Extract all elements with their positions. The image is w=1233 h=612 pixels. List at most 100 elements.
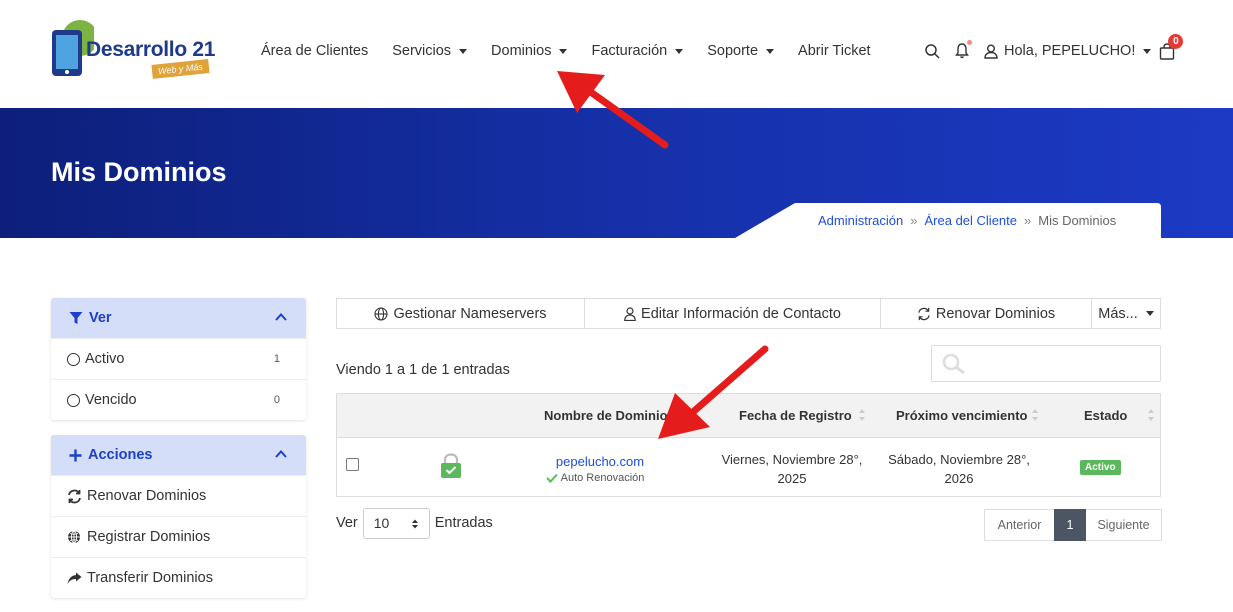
- user-icon: [984, 44, 998, 59]
- filter-vencido[interactable]: Vencido 0: [51, 379, 306, 420]
- filter-vencido-label: Vencido: [85, 392, 137, 408]
- current-page-button[interactable]: 1: [1054, 509, 1086, 541]
- caret-down-icon: [675, 48, 684, 54]
- search-icon[interactable]: [924, 42, 940, 60]
- actions-title: Acciones: [88, 447, 153, 463]
- action-renovar-dominios[interactable]: Renovar Dominios: [51, 475, 306, 516]
- action-renovar-label: Renovar Dominios: [87, 488, 207, 504]
- search-icon: [942, 353, 965, 375]
- page-size-label: Ver: [336, 515, 358, 531]
- renew-domains-label: Renovar Dominios: [935, 305, 1056, 322]
- action-transferir-dominios[interactable]: Transferir Dominios: [51, 557, 306, 598]
- domain-link[interactable]: pepelucho.com: [555, 454, 645, 469]
- refresh-icon: [918, 307, 930, 320]
- sort-icon[interactable]: [1147, 406, 1155, 424]
- check-icon: [545, 473, 558, 483]
- action-registrar-dominios[interactable]: Registrar Dominios: [51, 516, 306, 557]
- chevron-up-icon[interactable]: [274, 310, 288, 324]
- nav-abrir-ticket[interactable]: Abrir Ticket: [798, 43, 871, 59]
- page-size-select[interactable]: 10: [362, 508, 430, 539]
- expiry-date: Sábado, Noviembre 28°, 2026: [879, 450, 1039, 488]
- caret-down-icon: [459, 48, 468, 54]
- share-icon: [67, 572, 83, 585]
- page-size-value: 10: [373, 515, 390, 531]
- nav-facturacion-label: Facturación: [591, 43, 668, 59]
- circle-icon: [67, 352, 80, 366]
- manage-nameservers-button[interactable]: Gestionar Nameservers: [337, 299, 585, 328]
- domain-actions-toolbar: Gestionar Nameservers Editar Información…: [336, 298, 1161, 329]
- nav-facturacion[interactable]: Facturación: [591, 43, 684, 59]
- breadcrumb-client-area[interactable]: Área del Cliente: [925, 213, 1018, 228]
- action-transferir-label: Transferir Dominios: [87, 570, 213, 586]
- sort-icon[interactable]: [1031, 406, 1039, 424]
- prev-page-button[interactable]: Anterior: [984, 509, 1054, 541]
- main-nav: Área de Clientes Servicios Dominios Fact…: [261, 43, 895, 59]
- sort-icon[interactable]: [858, 406, 866, 424]
- nav-clientes[interactable]: Área de Clientes: [261, 43, 368, 59]
- nav-clientes-label: Área de Clientes: [261, 43, 369, 59]
- chevron-up-icon[interactable]: [274, 447, 288, 461]
- caret-down-icon: [1143, 48, 1152, 54]
- expiry-date-line2: 2026: [944, 471, 974, 486]
- action-registrar-label: Registrar Dominios: [87, 529, 211, 545]
- bell-icon[interactable]: [954, 40, 972, 60]
- user-menu[interactable]: Hola, PEPELUCHO!: [984, 43, 1152, 59]
- view-filter-title: Ver: [89, 310, 112, 326]
- col-next-expiry[interactable]: Próximo vencimiento: [896, 408, 1027, 423]
- breadcrumb-admin[interactable]: Administración: [818, 213, 903, 228]
- nav-abrir-ticket-label: Abrir Ticket: [798, 43, 871, 59]
- actions-header[interactable]: Acciones: [51, 435, 306, 475]
- select-arrows-icon: [411, 519, 418, 529]
- globe-icon: [374, 306, 388, 321]
- page-banner: Mis Dominios Administración » Área del C…: [0, 108, 1233, 238]
- auto-renew-indicator: Auto Renovación: [545, 472, 645, 484]
- col-domain-name[interactable]: Nombre de Dominio: [544, 408, 668, 423]
- entries-label: Entradas: [434, 515, 493, 531]
- caret-down-icon: [1145, 311, 1154, 316]
- row-checkbox[interactable]: [346, 458, 359, 471]
- page-title: Mis Dominios: [51, 157, 227, 187]
- auto-renew-label: Auto Renovación: [560, 472, 645, 484]
- user-nav: Hola, PEPELUCHO! 0: [924, 34, 1184, 60]
- brand-name: Desarrollo 21: [86, 38, 216, 61]
- filter-activo-count: 1: [273, 353, 280, 365]
- table-row[interactable]: pepelucho.com Auto Renovación Viernes, N…: [337, 438, 1160, 497]
- filter-vencido-count: 0: [273, 394, 280, 406]
- filter-icon: [69, 312, 83, 324]
- brand-logo[interactable]: Desarrollo 21 Web y Más: [50, 20, 220, 82]
- nav-servicios-label: Servicios: [392, 43, 452, 59]
- caret-down-icon: [766, 48, 775, 54]
- nav-dominios[interactable]: Dominios: [491, 43, 568, 59]
- nav-soporte[interactable]: Soporte: [707, 43, 775, 59]
- nav-servicios[interactable]: Servicios: [392, 43, 468, 59]
- edit-contact-button[interactable]: Editar Información de Contacto: [585, 299, 881, 328]
- refresh-icon: [67, 489, 83, 504]
- filter-activo-label: Activo: [85, 351, 125, 367]
- col-registration-date[interactable]: Fecha de Registro: [739, 408, 852, 423]
- view-filter-header[interactable]: Ver: [51, 298, 306, 338]
- renew-domains-button[interactable]: Renovar Dominios: [881, 299, 1092, 328]
- registration-date-line1: Viernes, Noviembre 28°,: [721, 452, 863, 467]
- edit-contact-label: Editar Información de Contacto: [641, 305, 841, 322]
- site-header: Desarrollo 21 Web y Más Área de Clientes…: [0, 0, 1233, 108]
- ssl-lock-icon: [441, 453, 461, 478]
- breadcrumb: Administración » Área del Cliente » Mis …: [735, 203, 1161, 238]
- circle-icon: [67, 393, 80, 407]
- table-search-input[interactable]: [931, 345, 1161, 382]
- more-actions-dropdown[interactable]: Más...: [1092, 299, 1160, 328]
- view-filter-panel: Ver Activo 1 Vencido 0: [51, 298, 306, 420]
- next-page-button[interactable]: Siguiente: [1086, 509, 1162, 541]
- chevron-double-right-icon: »: [910, 213, 918, 228]
- user-greeting: Hola, PEPELUCHO!: [1004, 43, 1136, 59]
- domain-cell: pepelucho.com Auto Renovación: [545, 454, 645, 484]
- cart-button[interactable]: 0: [1159, 34, 1184, 60]
- actions-panel: Acciones Renovar Dominios Registrar Domi…: [51, 435, 306, 598]
- more-actions-label: Más...: [1098, 305, 1138, 322]
- filter-activo[interactable]: Activo 1: [51, 338, 306, 379]
- col-status[interactable]: Estado: [1084, 408, 1127, 423]
- cart-count-badge: 0: [1168, 34, 1184, 49]
- plus-icon: [69, 449, 82, 461]
- chevron-double-right-icon: »: [1024, 213, 1032, 228]
- user-icon: [624, 306, 636, 321]
- manage-nameservers-label: Gestionar Nameservers: [393, 305, 547, 322]
